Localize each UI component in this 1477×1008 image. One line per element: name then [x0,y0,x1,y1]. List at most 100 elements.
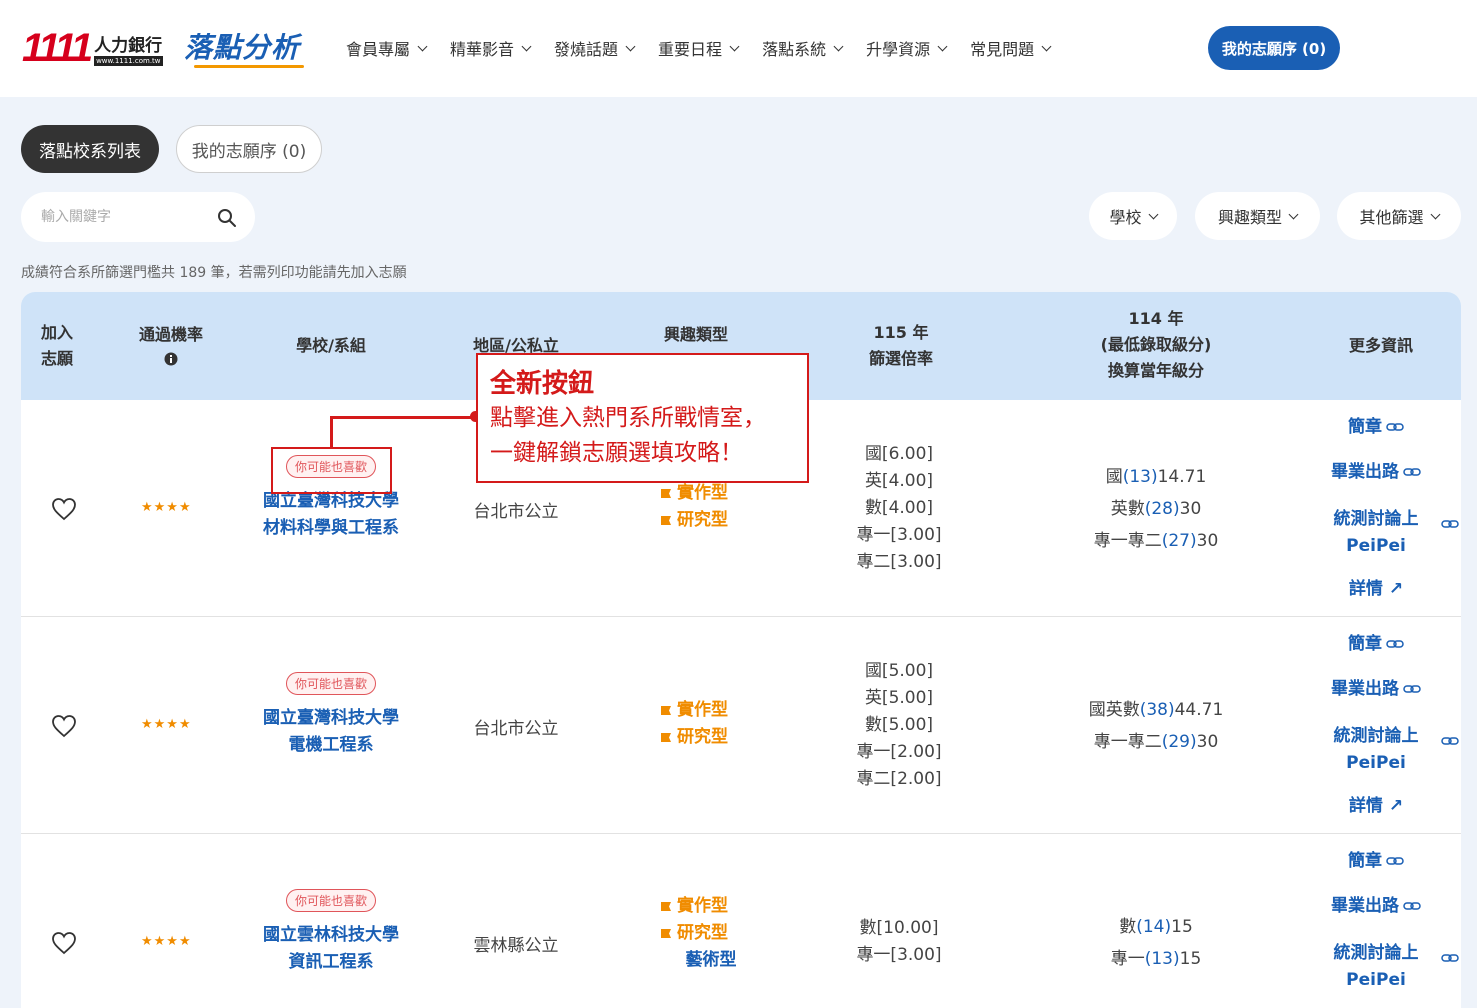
annotation-line-2: 一鍵解鎖志願選填攻略！ [490,440,743,466]
nav-item-faq[interactable]: 常見問題 [970,36,1052,60]
nav-item-topics[interactable]: 發燒話題 [554,36,636,60]
details-link[interactable]: 詳情 ↗ [1311,791,1441,821]
pass-rate-stars: ★★★★ [141,500,192,515]
flag-icon [661,902,671,911]
score-cell: 國(13)14.71 英數(28)30 專一專二(27)30 [1093,467,1219,551]
interest-tag: 研究型 [661,507,761,534]
main-nav: 會員專屬 精華影音 發燒話題 重要日程 落點系統 升學資源 常見問題 [346,36,1074,60]
nav-item-system[interactable]: 落點系統 [762,36,844,60]
tab-school-list[interactable]: 落點校系列表 [21,125,159,173]
header-pass-rate: 通過機率 [133,322,209,374]
info-icon[interactable] [164,352,178,366]
top-header: 1111 人力銀行 www.1111.com.tw 落點分析 會員專屬 精華影音… [0,0,1477,97]
header-score: 114 年 (最低錄取級分) 換算當年級分 [1100,309,1212,380]
interest-tag: 藝術型 [685,950,737,970]
header-more-info: 更多資訊 [1348,336,1413,355]
heart-icon[interactable] [51,931,77,955]
brochure-link[interactable]: 簡章 [1311,846,1441,891]
interest-cell: 實作型 研究型 [661,697,761,751]
school-link[interactable]: 國立雲林科技大學 資訊工程系 [241,922,421,976]
nav-item-resources[interactable]: 升學資源 [866,36,948,60]
brand-logo[interactable]: 落點分析 [184,26,305,68]
annotation-line-1: 點擊進入熱門系所戰情室， [490,405,766,431]
link-icon [1403,902,1421,910]
chevron-down-icon [729,41,740,51]
header-add: 加入 志願 [41,323,74,368]
tab-my-wish-list[interactable]: 我的志願序 (0) [176,125,322,173]
nav-item-video[interactable]: 精華影音 [450,36,532,60]
nav-item-schedule[interactable]: 重要日程 [658,36,740,60]
callout-connector-vertical [330,417,333,447]
interest-tag: 實作型 [661,480,761,507]
flag-icon [661,733,671,742]
search-input[interactable] [41,204,211,230]
career-link[interactable]: 畢業出路 [1311,674,1441,719]
table-row: ★★★★ 你可能也喜歡 國立臺灣科技大學 電機工程系 台北市公立 實作型 研究型… [21,617,1461,834]
highlight-box [271,447,392,494]
school-link[interactable]: 國立臺灣科技大學 材料科學與工程系 [241,488,421,542]
school-link[interactable]: 國立臺灣科技大學 電機工程系 [241,705,421,759]
ratio-cell: 數[10.00] 專一[3.00] [856,918,942,965]
brochure-link[interactable]: 簡章 [1311,412,1441,457]
chevron-down-icon [937,41,948,51]
details-link[interactable]: 詳情 ↗ [1311,574,1441,604]
nav-item-member[interactable]: 會員專屬 [346,36,428,60]
filter-school[interactable]: 學校 [1089,192,1177,240]
filter-interest-type[interactable]: 興趣類型 [1195,192,1320,240]
my-wish-list-button[interactable]: 我的志願序 (0) [1208,26,1340,70]
school-cell: 你可能也喜歡 國立臺灣科技大學 電機工程系 [241,672,421,759]
chevron-down-icon [521,41,532,51]
flag-icon [661,516,671,525]
chevron-down-icon [1041,41,1052,51]
chevron-down-icon [417,41,428,51]
chevron-down-icon [1430,209,1440,219]
1111-logo[interactable]: 1111 人力銀行 www.1111.com.tw [22,26,163,70]
recommend-badge[interactable]: 你可能也喜歡 [285,889,376,912]
interest-tag: 研究型 [661,920,761,947]
more-info-cell: 簡章 畢業出路 統測討論上 PeiPei 詳情 ↗ [1311,412,1459,604]
callout-connector-horizontal [330,416,476,419]
link-icon [1403,685,1421,693]
chevron-down-icon [833,41,844,51]
flag-icon [661,489,671,498]
logo-number: 1111 [22,26,93,70]
header-school: 學校/系組 [296,336,366,355]
link-icon [1441,737,1459,745]
search-icon[interactable] [217,208,237,228]
school-cell: 你可能也喜歡 國立雲林科技大學 資訊工程系 [241,889,421,976]
annotation-callout: 全新按鈕 點擊進入熱門系所戰情室， 一鍵解鎖志願選填攻略！ [476,353,809,483]
flag-icon [661,706,671,715]
heart-icon[interactable] [51,497,77,521]
ratio-cell: 國[5.00] 英[5.00] 數[5.00] 專一[2.00] 專二[2.00… [856,661,942,789]
forum-link[interactable]: 統測討論上 PeiPei [1311,936,1459,1008]
score-cell: 數(14)15 專一(13)15 [1110,917,1202,969]
pass-rate-stars: ★★★★ [141,717,192,732]
result-count-text: 成績符合系所篩選門檻共 189 筆，若需列印功能請先加入志願 [21,265,407,281]
interest-cell: 實作型 研究型 藝術型 [661,893,761,974]
forum-link[interactable]: 統測討論上 PeiPei [1311,502,1459,574]
region-cell: 台北市公立 [473,719,559,739]
forum-link[interactable]: 統測討論上 PeiPei [1311,719,1459,791]
brochure-link[interactable]: 簡章 [1311,629,1441,674]
chevron-down-icon [1148,209,1158,219]
link-icon [1403,468,1421,476]
link-icon [1441,520,1459,528]
ratio-cell: 國[6.00] 英[4.00] 數[4.00] 專一[3.00] 專二[3.00… [856,444,942,572]
filter-other[interactable]: 其他篩選 [1337,192,1461,240]
flag-icon [661,929,671,938]
logo-title: 人力銀行 [94,36,163,56]
chevron-down-icon [625,41,636,51]
career-link[interactable]: 畢業出路 [1311,457,1441,502]
link-icon [1386,857,1404,865]
header-ratio: 115 年 篩選倍率 [868,323,933,368]
career-link[interactable]: 畢業出路 [1311,891,1441,936]
more-info-cell: 簡章 畢業出路 統測討論上 PeiPei 詳情 ↗ [1311,629,1459,821]
interest-cell: 實作型 研究型 [661,480,761,534]
interest-tag: 研究型 [661,724,761,751]
heart-icon[interactable] [51,714,77,738]
score-cell: 國英數(38)44.71 專一專二(29)30 [1088,700,1224,752]
table-row: ★★★★ 你可能也喜歡 國立雲林科技大學 資訊工程系 雲林縣公立 實作型 研究型… [21,834,1461,1008]
interest-tag: 實作型 [661,697,761,724]
recommend-badge[interactable]: 你可能也喜歡 [285,672,376,695]
logo-url: www.1111.com.tw [94,56,163,66]
